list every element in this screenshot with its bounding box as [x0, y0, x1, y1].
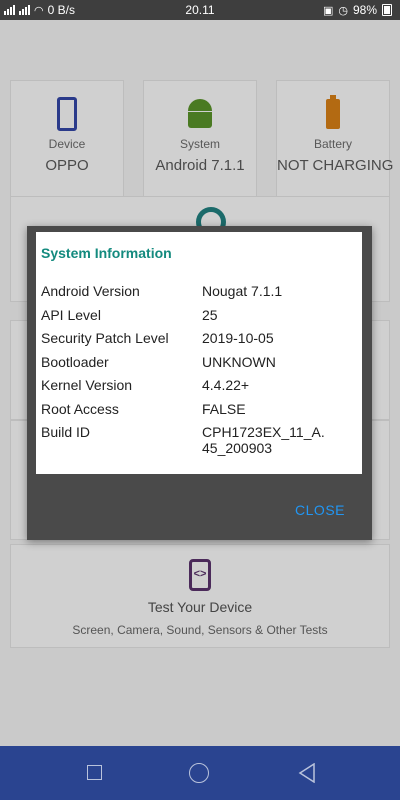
vibrate-icon: ▣ [322, 4, 334, 17]
info-key: API Level [41, 306, 101, 323]
system-label: System [179, 137, 220, 151]
info-value: 25 [202, 306, 218, 323]
battery-card[interactable]: Battery NOT CHARGING [276, 80, 394, 204]
test-card-title: Test Your Device [147, 599, 253, 615]
status-bar: ◠ 0 B/s 20.11 ▣ ◷ 98% [0, 0, 400, 20]
info-row: Build ID CPH1723EX_11_A.45_200903 [41, 424, 357, 456]
info-value: CPH1723EX_11_A.45_200903 [202, 424, 325, 456]
phone-icon [47, 95, 87, 133]
info-value: UNKNOWN [202, 353, 276, 370]
info-value: 2019-10-05 [202, 330, 274, 346]
close-button[interactable]: CLOSE [295, 502, 345, 518]
home-circle-icon[interactable] [189, 763, 209, 783]
battery-icon [313, 95, 353, 133]
info-key: Security Patch Level [41, 330, 169, 346]
info-row: Kernel Version 4.4.22+ [41, 377, 357, 401]
info-key: Root Access [41, 400, 119, 417]
info-key: Android Version [41, 283, 140, 299]
recents-square-icon[interactable] [87, 765, 102, 780]
tools-icon: <> [189, 559, 211, 591]
info-key: Build ID [41, 424, 91, 440]
system-card[interactable]: System Android 7.1.1 [143, 80, 257, 204]
info-value: FALSE [202, 400, 246, 417]
info-row: Bootloader UNKNOWN [41, 354, 357, 378]
navigation-bar [0, 746, 400, 800]
info-key: Bootloader [41, 353, 109, 370]
info-row: API Level 25 [41, 307, 357, 331]
system-info-dialog: System Information Android Version Nouga… [27, 226, 372, 540]
battery-percent: 98% [352, 3, 377, 17]
info-row: Root Access FALSE [41, 401, 357, 425]
test-device-card[interactable]: <> Test Your Device Screen, Camera, Soun… [10, 544, 390, 648]
info-value: 4.4.22+ [202, 377, 250, 393]
info-row: Security Patch Level 2019-10-05 [41, 330, 357, 354]
system-info-table: Android Version Nougat 7.1.1 API Level 2… [41, 283, 357, 456]
back-triangle-icon[interactable] [298, 763, 316, 783]
battery-status-icon [382, 4, 392, 16]
android-icon [180, 95, 220, 133]
device-label: Device [48, 137, 86, 151]
status-right: ▣ ◷ 98% [323, 3, 392, 17]
info-key: Kernel Version [41, 377, 133, 393]
dialog-title: System Information [41, 245, 172, 261]
info-row: Android Version Nougat 7.1.1 [41, 283, 357, 307]
battery-value: NOT CHARGING [277, 157, 394, 174]
alarm-icon: ◷ [338, 4, 348, 17]
device-card[interactable]: Device OPPO [10, 80, 124, 204]
test-card-subtitle: Screen, Camera, Sound, Sensors & Other T… [72, 623, 328, 637]
system-value: Android 7.1.1 [155, 157, 245, 174]
info-value: Nougat 7.1.1 [202, 283, 283, 299]
device-value: OPPO [45, 157, 89, 174]
dialog-content: System Information Android Version Nouga… [36, 232, 362, 474]
battery-label: Battery [313, 137, 352, 151]
